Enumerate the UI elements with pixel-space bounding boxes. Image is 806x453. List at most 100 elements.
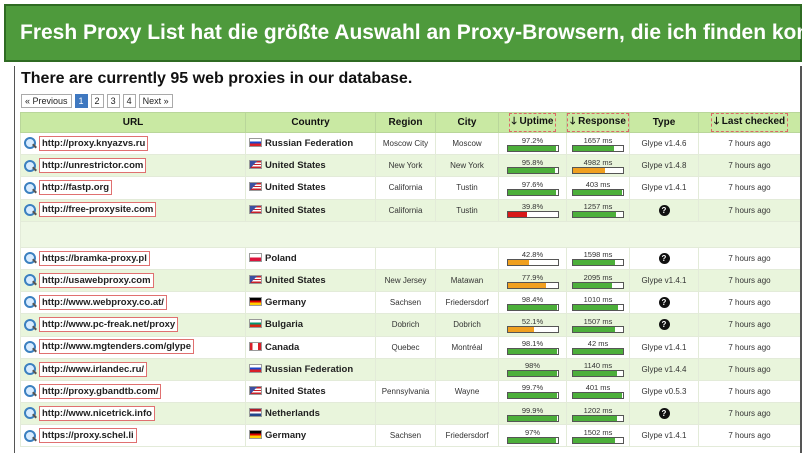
response-bar-fill <box>573 304 618 310</box>
uptime-cell: 98.4% <box>498 291 567 315</box>
table-row[interactable]: https://bramka-proxy.pl Poland 42.8% 159… <box>20 246 800 270</box>
city-cell <box>435 357 499 381</box>
last-checked-cell: 7 hours ago <box>698 379 800 404</box>
last-checked-cell: 7 hours ago <box>698 424 800 448</box>
proxy-url-link[interactable]: http://www.irlandec.ru/ <box>39 361 148 377</box>
type-cell: Glype v1.4.8 <box>629 154 699 178</box>
uptime-bar <box>506 325 559 333</box>
column-header-city[interactable]: City <box>435 112 499 133</box>
column-header-response[interactable]: 🡓 Response <box>566 112 630 133</box>
magnifier-icon[interactable] <box>24 385 36 398</box>
proxy-url-link[interactable]: http://www.pc-freak.net/proxy <box>39 317 179 333</box>
proxy-url-link[interactable]: http://fastp.org <box>39 180 113 196</box>
uptime-cell: 99.9% <box>498 402 567 426</box>
table-row[interactable]: http://www.webproxy.co.at/ Germany Sachs… <box>20 291 800 315</box>
table-row[interactable]: https://proxy.schel.li Germany Sachsen F… <box>20 424 800 448</box>
magnifier-icon[interactable] <box>24 296 36 309</box>
magnifier-icon[interactable] <box>24 407 36 420</box>
flag-ca-icon <box>249 341 262 351</box>
url-cell: http://www.mgtenders.com/glype <box>20 335 246 359</box>
proxy-url-link[interactable]: https://proxy.schel.li <box>39 428 137 444</box>
uptime-bar-fill <box>507 371 557 377</box>
region-cell <box>375 246 436 270</box>
magnifier-icon[interactable] <box>24 252 36 265</box>
unknown-type-icon: ? <box>658 319 670 331</box>
column-header-country[interactable]: Country <box>245 112 376 133</box>
proxy-url-link[interactable]: http://www.mgtenders.com/glype <box>39 339 195 355</box>
uptime-bar-fill <box>507 189 557 195</box>
flag-de-icon <box>249 430 262 440</box>
previous-page-button[interactable]: « Previous <box>21 94 72 108</box>
type-cell: ? <box>629 402 699 426</box>
uptime-bar <box>506 436 559 444</box>
page-3-button[interactable]: 3 <box>106 94 120 108</box>
proxy-url-link[interactable]: http://unrestrictor.com <box>39 158 147 174</box>
uptime-value: 99.9% <box>521 405 544 415</box>
last-checked-cell: 7 hours ago <box>698 268 800 293</box>
magnifier-icon[interactable] <box>24 159 36 172</box>
magnifier-icon[interactable] <box>24 318 36 331</box>
table-row[interactable]: http://free-proxysite.com United States … <box>20 198 800 222</box>
magnifier-icon[interactable] <box>24 181 36 194</box>
country-cell: United States <box>245 176 376 200</box>
magnifier-icon[interactable] <box>24 137 36 150</box>
page-2-button[interactable]: 2 <box>90 94 104 108</box>
magnifier-icon[interactable] <box>24 429 36 442</box>
response-value: 401 ms <box>585 383 611 393</box>
table-row[interactable]: http://proxy.knyazvs.ru Russian Federati… <box>20 131 800 156</box>
page-headline: There are currently 95 web proxies in ou… <box>21 70 413 87</box>
flag-us-icon <box>249 385 262 395</box>
uptime-bar <box>506 166 559 174</box>
magnifier-icon[interactable] <box>24 203 36 216</box>
magnifier-icon[interactable] <box>24 274 36 287</box>
next-page-button[interactable]: Next » <box>138 94 173 108</box>
last-checked-cell: 7 hours ago <box>698 291 800 315</box>
country-name: United States <box>265 160 326 172</box>
table-row[interactable]: http://fastp.org United States Californi… <box>20 176 800 200</box>
flag-us-icon <box>249 160 262 170</box>
column-header-url[interactable]: URL <box>20 112 246 133</box>
uptime-value: 97% <box>524 427 540 437</box>
table-row[interactable]: http://www.pc-freak.net/proxy Bulgaria D… <box>20 313 800 337</box>
column-header-last-checked[interactable]: 🡓 Last checked <box>698 112 800 133</box>
response-value: 42 ms <box>587 339 609 349</box>
table-row[interactable]: http://usawebproxy.com United States New… <box>20 268 800 293</box>
page-1-button[interactable]: 1 <box>74 94 88 108</box>
proxy-url-link[interactable]: http://www.nicetrick.info <box>39 405 155 421</box>
magnifier-icon[interactable] <box>24 340 36 353</box>
table-row[interactable]: http://www.nicetrick.info Netherlands 99… <box>20 402 800 426</box>
flag-bg-icon <box>249 319 262 329</box>
response-bar <box>572 211 624 219</box>
table-row[interactable]: http://proxy.gbandtb.com/ United States … <box>20 379 800 404</box>
table-row[interactable]: http://unrestrictor.com United States Ne… <box>20 154 800 178</box>
uptime-value: 99.7% <box>521 383 544 393</box>
response-bar <box>572 414 624 422</box>
response-cell: 401 ms <box>566 379 630 404</box>
last-checked-cell: 7 hours ago <box>698 154 800 178</box>
column-header-type[interactable]: Type <box>629 112 699 133</box>
response-bar <box>572 392 624 400</box>
response-cell: 1507 ms <box>566 313 630 337</box>
url-cell: https://proxy.schel.li <box>20 424 246 448</box>
proxy-url-link[interactable]: http://free-proxysite.com <box>39 202 157 218</box>
uptime-cell: 97% <box>498 424 567 448</box>
response-bar-fill <box>573 415 617 421</box>
last-checked-header-label: Last checked <box>721 116 786 127</box>
page-4-button[interactable]: 4 <box>122 94 136 108</box>
response-value: 1657 ms <box>583 135 613 145</box>
uptime-value: 97.2% <box>521 135 544 145</box>
proxy-url-link[interactable]: http://www.webproxy.co.at/ <box>39 294 167 310</box>
response-header-label: Response <box>578 116 626 127</box>
column-header-uptime[interactable]: 🡓 Uptime <box>498 112 567 133</box>
proxy-url-link[interactable]: http://proxy.gbandtb.com/ <box>39 383 162 399</box>
table-row[interactable]: http://www.irlandec.ru/ Russian Federati… <box>20 357 800 381</box>
city-cell: Moscow <box>435 131 499 156</box>
column-header-region[interactable]: Region <box>375 112 436 133</box>
proxy-url-link[interactable]: https://bramka-proxy.pl <box>39 250 150 266</box>
response-value: 4982 ms <box>583 157 613 167</box>
table-row[interactable]: http://www.mgtenders.com/glype Canada Qu… <box>20 335 800 359</box>
proxy-url-link[interactable]: http://proxy.knyazvs.ru <box>39 135 149 151</box>
magnifier-icon[interactable] <box>24 363 36 376</box>
proxy-url-link[interactable]: http://usawebproxy.com <box>39 272 154 288</box>
region-cell: New York <box>375 154 436 178</box>
